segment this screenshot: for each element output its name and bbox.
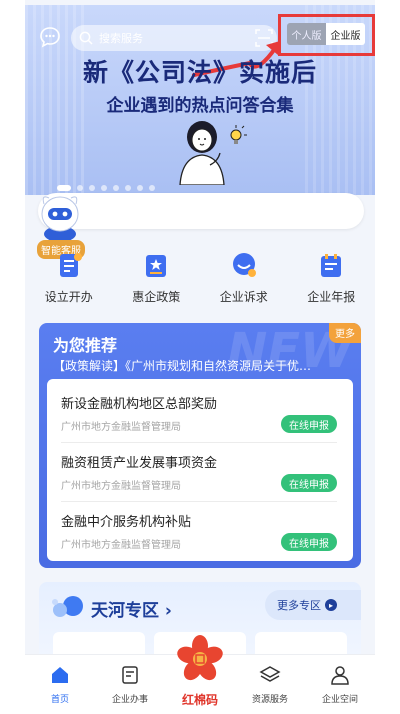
- layers-icon: [259, 666, 281, 682]
- banner-title: 新《公司法》实施后: [82, 58, 317, 87]
- quick-menu: 设立开办 惠企政策 企业诉求 企业年报: [25, 250, 375, 305]
- tab-label: 企业空间: [321, 695, 358, 705]
- version-toggle[interactable]: 个人版 企业版: [287, 23, 365, 45]
- tab-label: 红棉码: [181, 693, 218, 707]
- carousel-dot-3[interactable]: [89, 185, 95, 191]
- user-icon: [331, 666, 349, 685]
- carousel-dot-7[interactable]: [137, 185, 143, 191]
- carousel-dot-4[interactable]: [101, 185, 107, 191]
- assistant-bar[interactable]: [38, 193, 364, 229]
- carousel-dot-6[interactable]: [125, 185, 131, 191]
- kapok-flower-icon: [177, 635, 223, 681]
- item-department: 广州市地方金融监督管理局: [61, 481, 181, 492]
- recommend-more-button[interactable]: 更多: [329, 323, 361, 343]
- zone-title-text: 天河专区: [91, 601, 159, 621]
- affairs-icon: [122, 666, 138, 684]
- annual-report-icon: [321, 254, 342, 277]
- bottom-tab-bar: 首页 企业办事 红棉码 资源服务 企业空间: [25, 635, 375, 714]
- tab-resources[interactable]: 资源服务: [235, 655, 305, 714]
- search-icon: [79, 31, 93, 45]
- robot-mascot-icon[interactable]: [35, 190, 85, 242]
- item-name: 融资租赁产业发展事项资金: [61, 456, 218, 471]
- recommend-list: 新设金融机构地区总部奖励 广州市地方金融监督管理局 在线申报 融资租赁产业发展事…: [47, 379, 353, 561]
- tab-enterprise-space[interactable]: 企业空间: [305, 655, 375, 714]
- zone-title[interactable]: 天河专区 ›: [91, 596, 172, 621]
- arrow-right-icon: ▸: [325, 599, 337, 611]
- document-icon: [59, 253, 82, 277]
- list-item[interactable]: 融资租赁产业发展事项资金 广州市地方金融监督管理局 在线申报: [61, 442, 337, 502]
- quick-item-label: 企业诉求: [219, 290, 268, 304]
- quick-item-label: 设立开办: [44, 290, 93, 304]
- chat-bubbles-icon: [52, 596, 83, 617]
- quick-item-setup[interactable]: 设立开办: [25, 250, 113, 305]
- more-zones-button[interactable]: 更多专区 ▸: [265, 590, 361, 620]
- tab-label: 资源服务: [251, 695, 288, 705]
- quick-item-policy[interactable]: 惠企政策: [113, 250, 201, 305]
- carousel-dot-5[interactable]: [113, 185, 119, 191]
- home-icon: [52, 667, 68, 683]
- tab-affairs[interactable]: 企业办事: [95, 655, 165, 714]
- tab-label: 企业办事: [111, 695, 148, 705]
- chat-icon[interactable]: [39, 26, 61, 48]
- carousel-dot-8[interactable]: [149, 185, 155, 191]
- personal-version-option[interactable]: 个人版: [287, 23, 326, 45]
- policy-icon: [146, 255, 167, 277]
- thinking-woman-illustration: [179, 121, 247, 185]
- online-apply-button[interactable]: 在线申报: [281, 415, 337, 433]
- list-item[interactable]: 金融中介服务机构补贴 广州市地方金融监督管理局 在线申报: [61, 501, 337, 561]
- search-placeholder: 搜索服务: [99, 32, 143, 45]
- quick-item-annual-report[interactable]: 企业年报: [288, 250, 376, 305]
- item-department: 广州市地方金融监督管理局: [61, 540, 181, 551]
- recommend-title: 为您推荐: [53, 336, 118, 355]
- quick-item-label: 惠企政策: [132, 290, 181, 304]
- recommend-card: NEW 更多 为您推荐 【政策解读】《广州市规划和自然资源局关于优… 新设金融机…: [39, 323, 361, 568]
- quick-item-label: 企业年报: [307, 290, 356, 304]
- more-zones-label: 更多专区: [277, 599, 321, 612]
- chevron-right-icon: ›: [164, 601, 172, 621]
- tab-label: 首页: [50, 695, 69, 705]
- online-apply-button[interactable]: 在线申报: [281, 474, 337, 492]
- app-screen: 搜索服务 新《公司法》实施后 企业遇到的热点问答合集 个人版 企业版 智能客服 …: [25, 0, 375, 714]
- tab-kapok-code[interactable]: 红棉码: [165, 635, 235, 714]
- item-department: 广州市地方金融监督管理局: [61, 422, 181, 433]
- item-name: 新设金融机构地区总部奖励: [61, 397, 218, 412]
- quick-item-appeal[interactable]: 企业诉求: [200, 250, 288, 305]
- item-name: 金融中介服务机构补贴: [61, 515, 192, 530]
- online-apply-button[interactable]: 在线申报: [281, 533, 337, 551]
- policy-news-ticker[interactable]: 【政策解读】《广州市规划和自然资源局关于优…: [53, 357, 345, 374]
- list-item[interactable]: 新设金融机构地区总部奖励 广州市地方金融监督管理局 在线申报: [61, 383, 337, 443]
- smile-chat-icon: [232, 253, 256, 277]
- enterprise-version-option[interactable]: 企业版: [326, 23, 365, 45]
- tab-home[interactable]: 首页: [25, 655, 95, 714]
